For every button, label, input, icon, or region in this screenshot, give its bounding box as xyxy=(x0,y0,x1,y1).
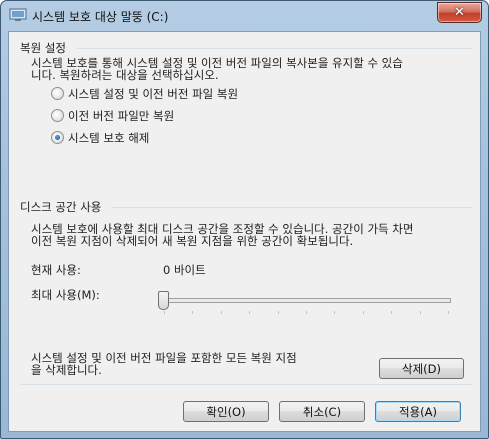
cancel-button[interactable]: 취소(C) xyxy=(279,401,365,422)
current-usage-value: 0 바이트 xyxy=(163,263,206,277)
apply-button[interactable]: 적용(A) xyxy=(375,401,461,422)
max-usage-slider-track[interactable] xyxy=(164,298,451,303)
radio-button[interactable] xyxy=(51,87,64,100)
delete-section-divider xyxy=(20,384,472,385)
max-usage-slider-thumb[interactable] xyxy=(158,291,169,310)
slider-tick xyxy=(363,311,364,314)
current-usage-label: 현재 사용: xyxy=(31,263,81,277)
ok-button[interactable]: 확인(O) xyxy=(183,401,269,422)
close-icon: ✕ xyxy=(454,5,465,20)
radio-button-selected[interactable] xyxy=(51,131,64,144)
disk-description-line2: 이전 복원 지점이 삭제되어 새 복원 지점을 위한 공간이 확보됩니다. xyxy=(31,234,354,248)
dialog-client-area: 복원 설정 시스템 보호를 통해 시스템 설정 및 이전 버전 파일의 복사본을… xyxy=(8,31,481,432)
delete-description-line2: 을 삭제합니다. xyxy=(31,363,102,377)
system-protection-icon xyxy=(9,8,27,21)
window-title: 시스템 보호 대상 말뚱 (C:) xyxy=(32,10,169,24)
restore-settings-divider xyxy=(77,48,472,49)
slider-tick xyxy=(249,311,250,314)
slider-tick xyxy=(448,311,449,314)
slider-tick xyxy=(221,311,222,314)
slider-tick xyxy=(420,311,421,314)
restore-description-line2: 니다. 복원하려는 대상을 선택하십시오. xyxy=(31,68,219,82)
disk-usage-heading: 디스크 공간 사용 xyxy=(20,200,102,214)
slider-tick xyxy=(391,311,392,314)
slider-tick xyxy=(164,311,165,314)
slider-tick xyxy=(306,311,307,314)
close-button[interactable]: ✕ xyxy=(437,2,482,23)
max-usage-label: 최대 사용(M): xyxy=(31,288,100,302)
disk-usage-divider xyxy=(112,207,472,208)
delete-button[interactable]: 삭제(D) xyxy=(379,358,464,379)
restore-settings-heading: 복원 설정 xyxy=(20,41,66,55)
radio-label[interactable]: 시스템 설정 및 이전 버전 파일 복원 xyxy=(68,86,238,102)
dialog-window: 시스템 보호 대상 말뚱 (C:) ✕ 복원 설정 시스템 보호를 통해 시스템… xyxy=(0,0,489,439)
radio-button[interactable] xyxy=(51,109,64,122)
slider-tick xyxy=(192,311,193,314)
slider-tick xyxy=(334,311,335,314)
title-bar[interactable]: 시스템 보호 대상 말뚱 (C:) ✕ xyxy=(1,1,488,30)
slider-tick xyxy=(278,311,279,314)
radio-label[interactable]: 시스템 보호 해제 xyxy=(68,130,149,146)
radio-label[interactable]: 이전 버전 파일만 복원 xyxy=(68,108,174,124)
